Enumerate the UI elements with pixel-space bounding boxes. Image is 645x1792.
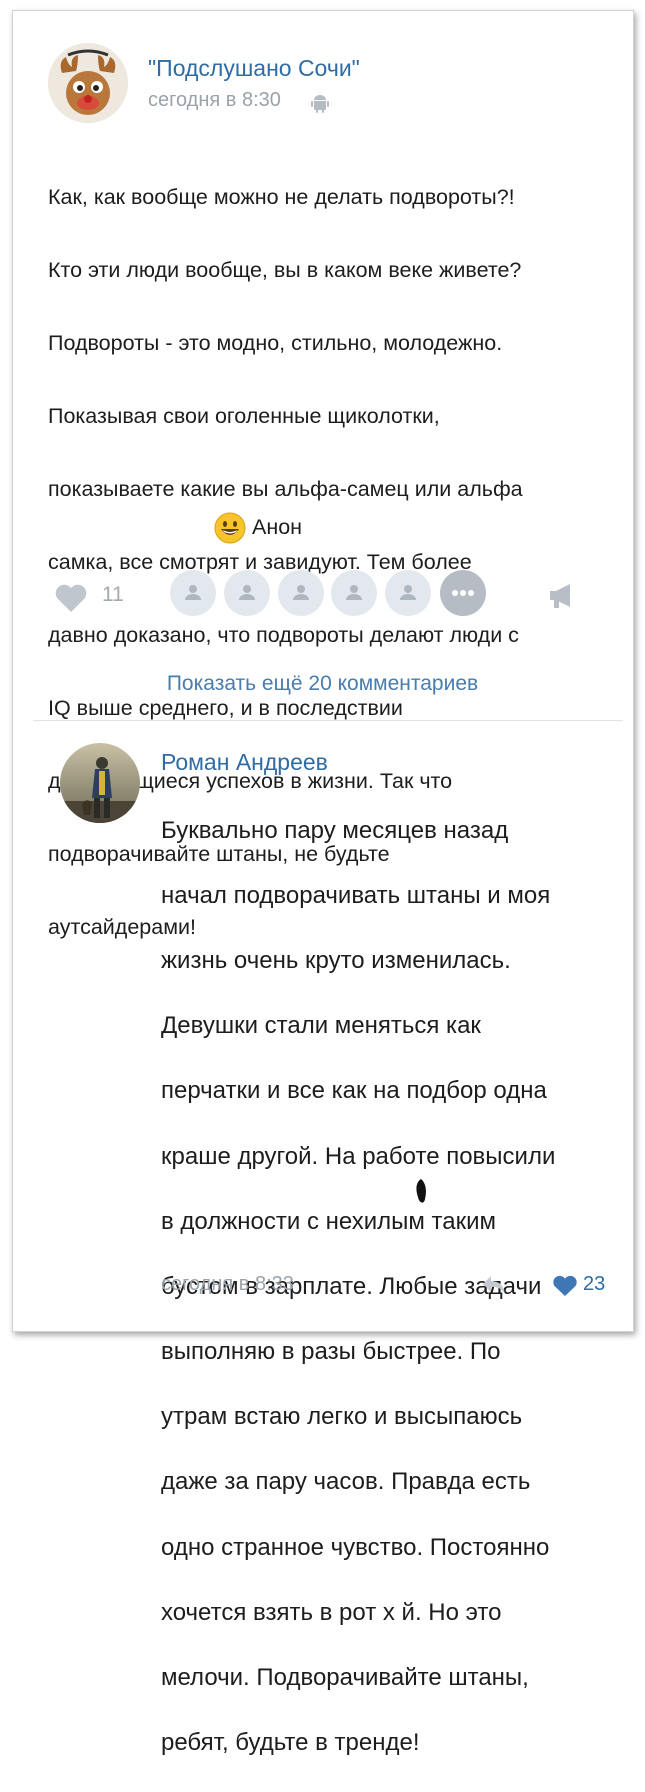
share-megaphone-icon[interactable] (548, 582, 578, 615)
more-likers-button[interactable] (440, 570, 486, 616)
group-name-link[interactable]: "Подслушано Сочи" (148, 55, 360, 82)
comment-line: одно странное чувство. Постоянно (161, 1533, 550, 1561)
smile-emoji-icon (214, 512, 246, 549)
post-line: Показывая свои оголенные щиколотки, (48, 403, 440, 428)
comment-line: даже за пару часов. Правда есть (161, 1468, 531, 1496)
comment-line: Буквально пару месяцев назад (161, 816, 509, 844)
user-avatar[interactable] (60, 743, 140, 823)
post-timestamp[interactable]: сегодня в 8:30 (148, 89, 281, 112)
post-line: Кто эти люди вообще, вы в каком веке жив… (48, 257, 522, 282)
comment-author-link[interactable]: Роман Андреев (161, 749, 328, 776)
comment-line: хочется взять в рот х й. Но это (161, 1598, 502, 1626)
liker-avatar[interactable] (278, 570, 324, 616)
heart-icon[interactable] (54, 583, 88, 618)
comment-line: перчатки и все как на подбор одна (161, 1077, 547, 1105)
comment-like-count[interactable]: 23 (583, 1273, 605, 1296)
liker-avatar[interactable] (224, 570, 270, 616)
comment-line: краше другой. На работе повысили (161, 1142, 556, 1170)
comment-line: мелочи. Подворачивайте штаны, (161, 1664, 529, 1692)
heart-icon[interactable] (552, 1275, 578, 1302)
post-line: давно доказано, что подвороты делают люд… (48, 622, 519, 647)
liker-avatar[interactable] (331, 570, 377, 616)
divider (33, 720, 623, 721)
post-line: самка, все смотрят и завидуют. Тем более (48, 549, 472, 574)
post-signature: Анон (252, 515, 303, 539)
comment-line: утрам встаю легко и высыпаюсь (161, 1403, 523, 1431)
android-icon (311, 93, 329, 118)
comment-line: ребят, будьте в тренде! (161, 1729, 420, 1757)
post-like-count[interactable]: 11 (102, 583, 124, 607)
comment-timestamp[interactable]: сегодня в 8:33 (161, 1273, 294, 1296)
liker-avatar[interactable] (170, 570, 216, 616)
post-line: Как, как вообще можно не делать подворот… (48, 184, 515, 209)
comment-line: в должности с нехилым таким (161, 1207, 497, 1235)
comment-line: выполняю в разы быстрее. По (161, 1338, 501, 1366)
post-line: показываете какие вы альфа-самец или аль… (48, 476, 523, 501)
group-avatar[interactable] (48, 43, 128, 123)
liker-avatar[interactable] (385, 570, 431, 616)
show-more-comments-link[interactable]: Показать ещё 20 комментариев (0, 672, 645, 696)
comment-line: жизнь очень круто изменилась. (161, 946, 511, 974)
post-line: Подвороты - это модно, стильно, молодежн… (48, 330, 503, 355)
comment-line: Девушки стали меняться как (161, 1012, 481, 1040)
comment-line: начал подворачивать штаны и моя (161, 881, 551, 909)
reply-icon[interactable] (481, 1274, 507, 1301)
censor-scribble (414, 1177, 428, 1212)
